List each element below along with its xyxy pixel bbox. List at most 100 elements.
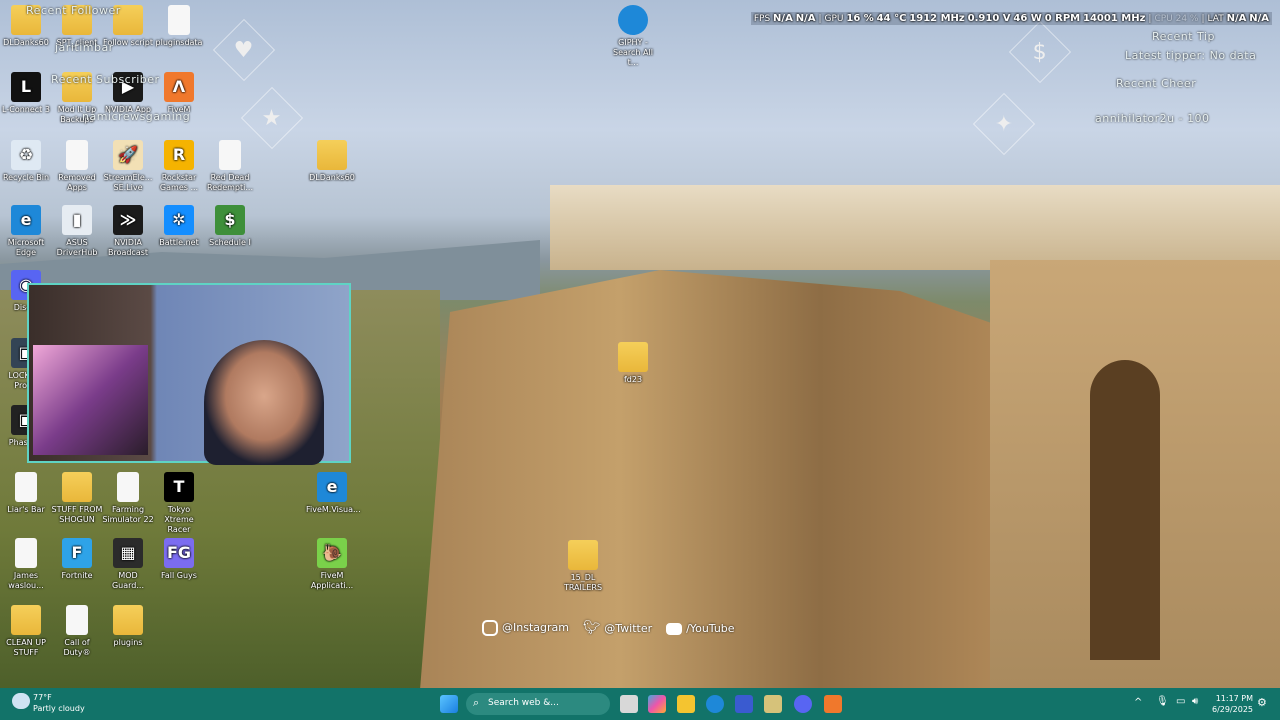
twitter-icon: 🐦︎ xyxy=(582,620,601,636)
microphone-icon[interactable]: 🎙︎ xyxy=(1156,696,1169,707)
streamelements-taskbar-button[interactable] xyxy=(764,695,782,713)
desktop-icon[interactable]: L L-Connect 3 xyxy=(0,72,52,115)
desktop-icon-label: plugins xyxy=(113,638,143,647)
desktop-icon[interactable]: e Microsoft Edge xyxy=(0,205,52,258)
desktop-icon[interactable]: Call of Duty® xyxy=(51,605,103,658)
desktop-icon[interactable]: pluginsdata xyxy=(153,5,205,48)
desktop-icon-label: DLDanks60 xyxy=(3,38,49,47)
desktop-icon[interactable]: Λ FiveM xyxy=(153,72,205,115)
desktop-icon-label: Schedule I xyxy=(209,238,251,247)
desktop-icon-label: Recycle Bin xyxy=(2,173,50,182)
social-links: @Instagram 🐦︎ @Twitter /YouTube xyxy=(482,620,735,636)
start-button[interactable] xyxy=(440,695,458,713)
youtube-icon xyxy=(666,622,683,635)
desktop-icon-label: ASUS DriverHub xyxy=(56,238,98,257)
desktop-icon-label: Call of Duty® xyxy=(63,638,91,657)
clock[interactable]: 11:17 PM 6/29/2025 xyxy=(1212,693,1253,715)
file-explorer-button[interactable] xyxy=(677,695,695,713)
discord-taskbar-button[interactable] xyxy=(794,695,812,713)
app-taskbar-button[interactable] xyxy=(735,695,753,713)
desktop-icon-giphy[interactable]: GIPHY - Search All t... xyxy=(607,5,659,68)
app-icon: R xyxy=(164,140,194,170)
file-icon xyxy=(66,605,88,635)
youtube-link[interactable]: /YouTube xyxy=(666,622,735,635)
edge-icon xyxy=(618,5,648,35)
desktop-icon[interactable]: R Rockstar Games ... xyxy=(153,140,205,193)
desktop-icon[interactable]: Liar's Bar xyxy=(0,472,52,515)
file-icon xyxy=(15,472,37,502)
desktop-icon[interactable]: ▦ MOD Guard... xyxy=(102,538,154,591)
desktop-icon[interactable]: CLEAN UP STUFF xyxy=(0,605,52,658)
recent-subscriber-title: Recent Subscriber xyxy=(51,73,160,86)
desktop-icon[interactable]: Removed Apps xyxy=(51,140,103,193)
desktop-icon-label: Tokyo Xtreme Racer xyxy=(164,505,194,534)
search-icon: ⌕ xyxy=(473,696,480,709)
desktop-icon[interactable]: James waslou... xyxy=(0,538,52,591)
tray-overflow-icon[interactable]: ^ xyxy=(1134,697,1142,708)
desktop-icon[interactable]: ✲ Battle.net xyxy=(153,205,205,248)
file-icon xyxy=(66,140,88,170)
twitter-link[interactable]: 🐦︎ @Twitter xyxy=(583,620,652,636)
desktop-icon-label: MOD Guard... xyxy=(111,571,145,590)
desktop-icon[interactable]: 🚀 StreamEle... SE.Live xyxy=(102,140,154,193)
app-icon: Λ xyxy=(164,72,194,102)
desktop-icon[interactable]: plugins xyxy=(102,605,154,648)
recent-cheer-value: annihilator2u - 100 xyxy=(1095,112,1210,125)
desktop-icon[interactable]: T Tokyo Xtreme Racer xyxy=(153,472,205,535)
desktop-icon-label: DLDanks60 xyxy=(309,173,355,182)
app-icon: F xyxy=(62,538,92,568)
edge-taskbar-button[interactable] xyxy=(706,695,724,713)
desktop-icon-label: L-Connect 3 xyxy=(2,105,50,114)
webcam-pc xyxy=(33,345,148,455)
desktop-icon-label: FiveM Applicati... xyxy=(310,571,354,590)
desktop-icon-fd23[interactable]: fd23 xyxy=(607,342,659,385)
recent-tip-title: Recent Tip xyxy=(1152,30,1215,43)
desktop-icon[interactable]: $ Schedule I xyxy=(204,205,256,248)
desktop-icon[interactable]: e FiveM.Visua... xyxy=(306,472,361,515)
app-icon: ▮ xyxy=(62,205,92,235)
task-view-button[interactable] xyxy=(620,695,638,713)
webcam-streamer xyxy=(204,340,324,465)
weather-icon[interactable] xyxy=(12,693,30,709)
desktop-icon-label: Red Dead Redempti... xyxy=(207,173,253,192)
desktop-icon-label: Removed Apps xyxy=(58,173,96,192)
search-box[interactable]: ⌕ Search web &... xyxy=(466,693,610,715)
latest-tipper: Latest tipper: No data xyxy=(1125,49,1257,62)
desktop-icon[interactable]: Farming Simulator 22 xyxy=(102,472,154,525)
desktop-icon-label: CLEAN UP STUFF xyxy=(6,638,46,657)
desktop-icon-label: Fall Guys xyxy=(161,571,197,580)
desktop-icon[interactable]: 🐌 FiveM Applicati... xyxy=(306,538,358,591)
desktop-icon[interactable]: F Fortnite xyxy=(51,538,103,581)
network-icon[interactable]: ▭ xyxy=(1176,696,1185,707)
weather-widget[interactable]: 77°F Partly cloudy xyxy=(33,692,85,714)
desktop-icon[interactable]: ♻ Recycle Bin xyxy=(0,140,52,183)
wallpaper-bridge-arch xyxy=(1090,360,1160,660)
desktop-icon[interactable]: Red Dead Redempti... xyxy=(204,140,256,193)
file-icon xyxy=(15,538,37,568)
desktop-icon-label: Liar's Bar xyxy=(7,505,45,514)
desktop-icon-label: FiveM.Visua... xyxy=(306,505,361,514)
notification-icon[interactable]: ⚙ xyxy=(1257,696,1267,709)
folder-icon xyxy=(618,342,648,372)
desktop-icon-label: pluginsdata xyxy=(155,38,203,47)
folder-icon xyxy=(113,605,143,635)
recent-follower-name: jaritimbar xyxy=(55,41,114,54)
desktop-icon-label: James waslou... xyxy=(8,571,44,590)
app-icon: $ xyxy=(215,205,245,235)
desktop-icon[interactable]: DLDanks60 xyxy=(306,140,358,183)
desktop-icon[interactable]: ≫ NVIDIA Broadcast xyxy=(102,205,154,258)
volume-icon[interactable]: 🔊︎ xyxy=(1192,696,1198,707)
copilot-button[interactable] xyxy=(648,695,666,713)
fivem-taskbar-button[interactable] xyxy=(824,695,842,713)
instagram-link[interactable]: @Instagram xyxy=(482,620,569,636)
desktop-icon-label: STUFF FROM SHOGUN xyxy=(51,505,103,524)
folder-icon xyxy=(317,140,347,170)
desktop-icon[interactable]: STUFF FROM SHOGUN xyxy=(51,472,103,525)
app-icon: ▦ xyxy=(113,538,143,568)
desktop-icon[interactable]: FG Fall Guys xyxy=(153,538,205,581)
app-icon: 🚀 xyxy=(113,140,143,170)
desktop-icon-trailers[interactable]: 15_DL TRAILERS xyxy=(557,540,609,593)
desktop-icon-label: Microsoft Edge xyxy=(7,238,45,257)
desktop-icon[interactable]: ▮ ASUS DriverHub xyxy=(51,205,103,258)
app-icon: T xyxy=(164,472,194,502)
